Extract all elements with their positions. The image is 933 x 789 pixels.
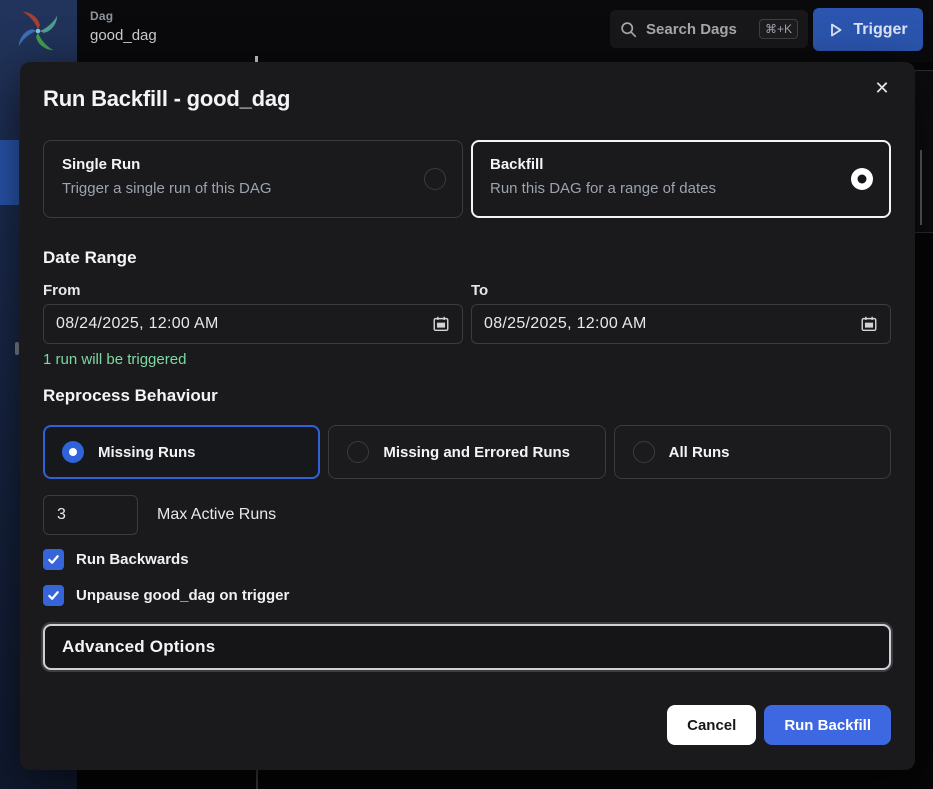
max-active-runs-label: Max Active Runs: [157, 506, 276, 524]
radio-unselected-icon[interactable]: [633, 441, 655, 463]
from-datetime-field[interactable]: [43, 304, 463, 344]
run-type-group: Single Run Trigger a single run of this …: [43, 140, 891, 218]
check-icon: [47, 553, 60, 566]
reprocess-option-missing-errored[interactable]: Missing and Errored Runs: [328, 425, 605, 479]
top-bar: Dag good_dag Search Dags ⌘+K Trigger: [77, 0, 933, 62]
dialog-title: Run Backfill - good_dag: [43, 86, 290, 112]
reprocess-option-missing-runs[interactable]: Missing Runs: [43, 425, 320, 479]
search-dags-box[interactable]: Search Dags ⌘+K: [610, 10, 808, 48]
reprocess-group: Missing Runs Missing and Errored Runs Al…: [43, 425, 891, 479]
checkbox-checked-icon[interactable]: [43, 585, 64, 606]
run-backwards-checkbox-row[interactable]: Run Backwards: [43, 549, 189, 570]
max-active-runs-input[interactable]: [43, 495, 138, 535]
date-inputs-row: [43, 304, 891, 344]
checkbox-checked-icon[interactable]: [43, 549, 64, 570]
breadcrumb: Dag good_dag: [90, 9, 157, 44]
radio-selected-icon[interactable]: [851, 168, 873, 190]
trigger-button[interactable]: Trigger: [813, 8, 923, 51]
cancel-button[interactable]: Cancel: [667, 705, 756, 745]
search-placeholder: Search Dags: [646, 21, 750, 38]
advanced-options-toggle[interactable]: Advanced Options: [43, 624, 891, 670]
to-label: To: [471, 282, 891, 299]
reprocess-heading: Reprocess Behaviour: [43, 386, 218, 406]
background-panel-edge: [920, 150, 922, 225]
airflow-pinwheel-icon: [15, 8, 61, 54]
calendar-icon[interactable]: [432, 315, 450, 333]
from-datetime-input[interactable]: [56, 315, 432, 333]
dialog-footer: Cancel Run Backfill: [667, 705, 891, 745]
reprocess-option-all-runs[interactable]: All Runs: [614, 425, 891, 479]
run-backfill-dialog: ✕ Run Backfill - good_dag Single Run Tri…: [20, 62, 915, 770]
breadcrumb-dag-name[interactable]: good_dag: [90, 27, 157, 44]
from-label: From: [43, 282, 463, 299]
run-type-single-run[interactable]: Single Run Trigger a single run of this …: [43, 140, 463, 218]
airflow-logo[interactable]: [15, 8, 61, 54]
run-type-backfill[interactable]: Backfill Run this DAG for a range of dat…: [471, 140, 891, 218]
unpause-checkbox-row[interactable]: Unpause good_dag on trigger: [43, 585, 289, 606]
radio-unselected-icon[interactable]: [424, 168, 446, 190]
close-icon[interactable]: ✕: [869, 75, 895, 101]
radio-selected-icon[interactable]: [62, 441, 84, 463]
to-datetime-input[interactable]: [484, 315, 860, 333]
run-type-description: Run this DAG for a range of dates: [490, 180, 872, 197]
search-icon: [620, 21, 637, 38]
reprocess-option-label: Missing Runs: [98, 444, 196, 461]
sidebar-item-active[interactable]: [0, 140, 19, 205]
max-active-runs-row: Max Active Runs: [43, 495, 276, 535]
search-shortcut-badge: ⌘+K: [759, 19, 798, 39]
radio-unselected-icon[interactable]: [347, 441, 369, 463]
run-type-description: Trigger a single run of this DAG: [62, 180, 444, 197]
breadcrumb-type-label: Dag: [90, 9, 157, 23]
run-backfill-button[interactable]: Run Backfill: [764, 705, 891, 745]
reprocess-option-label: All Runs: [669, 444, 730, 461]
runs-count-message: 1 run will be triggered: [43, 351, 186, 368]
run-type-title: Backfill: [490, 156, 872, 173]
calendar-icon[interactable]: [860, 315, 878, 333]
to-datetime-field[interactable]: [471, 304, 891, 344]
reprocess-option-label: Missing and Errored Runs: [383, 444, 570, 461]
date-range-heading: Date Range: [43, 248, 137, 268]
play-icon: [828, 22, 844, 38]
check-icon: [47, 589, 60, 602]
sidebar-scroll-indicator: [15, 342, 19, 355]
checkbox-label: Run Backwards: [76, 551, 189, 568]
date-labels-row: From To: [43, 282, 891, 299]
advanced-options-label: Advanced Options: [62, 637, 215, 657]
trigger-button-label: Trigger: [853, 21, 907, 39]
run-type-title: Single Run: [62, 156, 444, 173]
checkbox-label: Unpause good_dag on trigger: [76, 587, 289, 604]
